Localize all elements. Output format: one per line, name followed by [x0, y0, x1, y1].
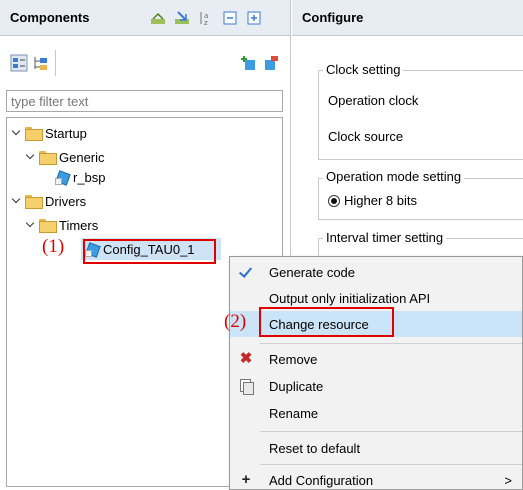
clock-source-label: Clock source — [328, 129, 404, 144]
chevron-down-icon[interactable] — [11, 196, 21, 206]
chevron-down-icon[interactable] — [25, 220, 35, 230]
filter-input[interactable] — [6, 90, 283, 112]
higher-8-bits-radio[interactable] — [328, 195, 340, 207]
interval-timer-label: Interval timer setting — [323, 230, 447, 245]
folder-icon — [25, 127, 43, 141]
configure-header: Configure — [292, 0, 523, 36]
menu-item-label: Rename — [269, 405, 319, 421]
folder-icon — [39, 151, 57, 165]
tree-item-timers[interactable]: Timers — [25, 214, 98, 236]
check-icon — [238, 264, 254, 280]
tree-item-label: r_bsp — [73, 169, 106, 185]
menu-separator — [260, 464, 522, 465]
menu-item-label: Add Configuration — [269, 472, 374, 488]
component-icon — [55, 170, 69, 185]
menu-item-label: Duplicate — [269, 378, 324, 394]
tree-item-drivers[interactable]: Drivers — [11, 190, 86, 212]
menu-item-label: Output only initialization API — [269, 290, 431, 306]
menu-item-label: Generate code — [269, 264, 356, 280]
context-menu: Generate code Output only initialization… — [229, 256, 523, 490]
components-header-toolbar: az — [150, 10, 262, 27]
clock-setting-label: Clock setting — [323, 62, 404, 77]
maximize-icon[interactable] — [246, 10, 262, 26]
hierarchy-view-icon[interactable] — [32, 54, 50, 72]
tree-item-label: Startup — [45, 125, 87, 141]
category-view-icon[interactable] — [10, 54, 28, 72]
svg-text:z: z — [204, 19, 208, 26]
menu-item-generate-code[interactable]: Generate code — [230, 259, 522, 285]
toolbar-divider — [55, 50, 56, 76]
remove-component-icon[interactable] — [262, 54, 280, 72]
plus-icon: + — [241, 471, 251, 488]
step-2-label: (2) — [224, 311, 247, 332]
components-title: Components — [10, 10, 90, 25]
folder-icon — [25, 195, 43, 209]
menu-item-reset-default[interactable]: Reset to default — [230, 435, 522, 461]
menu-item-label: Reset to default — [269, 440, 361, 456]
collapse-all-icon[interactable] — [150, 10, 166, 26]
tree-item-label: Generic — [59, 149, 105, 165]
expand-all-icon[interactable] — [174, 10, 190, 26]
duplicate-icon — [238, 378, 254, 395]
menu-item-label: Remove — [269, 351, 318, 367]
chevron-down-icon[interactable] — [25, 152, 35, 162]
menu-item-rename[interactable]: Rename — [230, 400, 522, 426]
components-header: Components az — [0, 0, 290, 36]
tree-item-generic[interactable]: Generic — [25, 146, 105, 168]
step-1-label: (1) — [42, 236, 65, 257]
step-2-highlight — [259, 307, 394, 337]
components-toolbar — [0, 36, 290, 84]
menu-item-add-configuration[interactable]: + Add Configuration > — [230, 467, 522, 490]
chevron-down-icon[interactable] — [11, 128, 21, 138]
operation-mode-label: Operation mode setting — [323, 169, 465, 184]
sort-icon[interactable]: az — [198, 10, 214, 27]
menu-separator — [260, 431, 522, 432]
menu-item-duplicate[interactable]: Duplicate — [230, 373, 522, 399]
remove-icon: ✖ — [239, 350, 253, 367]
tree-item-label: Timers — [59, 217, 99, 233]
higher-8-bits-label: Higher 8 bits — [344, 193, 417, 208]
step-1-highlight — [83, 239, 216, 264]
submenu-arrow-icon: > — [504, 472, 512, 488]
menu-separator — [260, 343, 522, 344]
folder-icon — [39, 219, 57, 233]
minimize-icon[interactable] — [222, 10, 238, 26]
tree-item-label: Drivers — [45, 193, 87, 209]
configure-title: Configure — [302, 10, 364, 25]
clock-setting-group — [318, 70, 523, 160]
menu-item-remove[interactable]: ✖ Remove — [230, 346, 522, 372]
tree-item-r-bsp[interactable]: r_bsp — [55, 166, 106, 188]
operation-clock-label: Operation clock — [328, 93, 419, 108]
tree-item-startup[interactable]: Startup — [11, 122, 87, 144]
add-component-icon[interactable] — [240, 54, 258, 72]
